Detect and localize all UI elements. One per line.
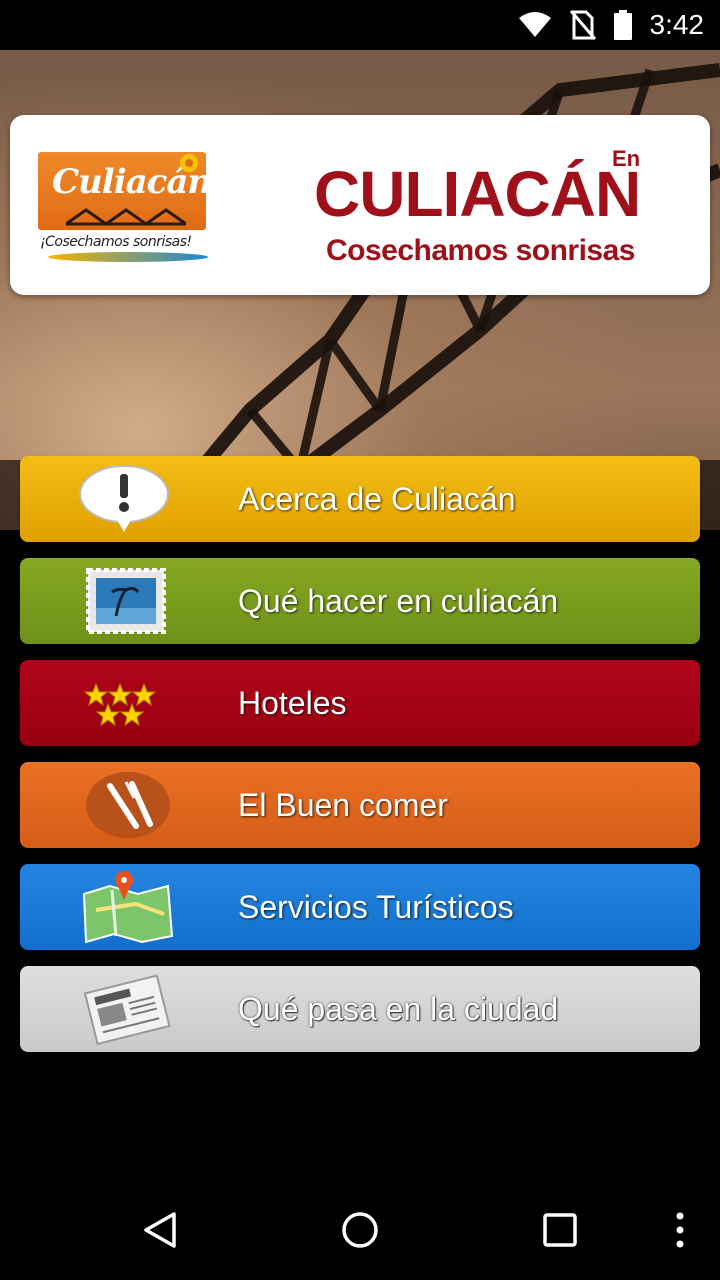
back-icon[interactable] [140,1210,180,1250]
menu-item-label: El Buen comer [238,787,448,823]
sun-icon [180,154,198,172]
fork-knife-icon [86,772,170,838]
menu-item-label: Qué hacer en culiacán [238,583,559,619]
logo-tagline: ¡Cosechamos sonrisas! [40,234,192,250]
no-sim-icon [569,10,596,40]
menu-item-label: Servicios Turísticos [238,889,514,925]
brand-title: CULIACÁN [314,158,641,230]
home-icon[interactable] [340,1210,380,1250]
menu-item-label: Qué pasa en la ciudad [238,991,559,1027]
menu-item-label: Acerca de Culiacán [238,481,516,517]
menu-item-acerca[interactable]: Acerca de Culiacán [20,456,700,542]
postcard-stamp-icon [86,568,166,634]
clock: 3:42 [649,9,705,40]
status-bar: 3:42 [0,0,720,50]
navigation-bar [0,1180,720,1280]
bridge-logo-icon [66,208,186,226]
battery-icon [613,10,632,40]
menu-item-label: Hoteles [238,685,347,721]
menu-item-hoteles[interactable]: Hoteles [20,660,700,746]
menu-item-buen-comer[interactable]: El Buen comer [20,762,700,848]
recents-icon[interactable] [540,1210,580,1250]
newspaper-icon [83,974,171,1046]
info-bubble-icon [79,465,169,532]
stars-icon [83,682,157,727]
menu-item-que-hacer[interactable]: Qué hacer en culiacán [20,558,700,644]
brand-subtitle: Cosechamos sonrisas [326,234,635,267]
culiacan-logo: Culiacán ¡Cosechamos sonrisas! [38,148,212,266]
map-pin-icon [82,871,174,944]
menu-item-servicios[interactable]: Servicios Turísticos [20,864,700,950]
overflow-menu-icon[interactable] [660,1210,700,1250]
logo-wave [48,252,208,262]
wifi-icon [518,12,551,37]
menu-item-que-pasa[interactable]: Qué pasa en la ciudad [20,966,700,1052]
